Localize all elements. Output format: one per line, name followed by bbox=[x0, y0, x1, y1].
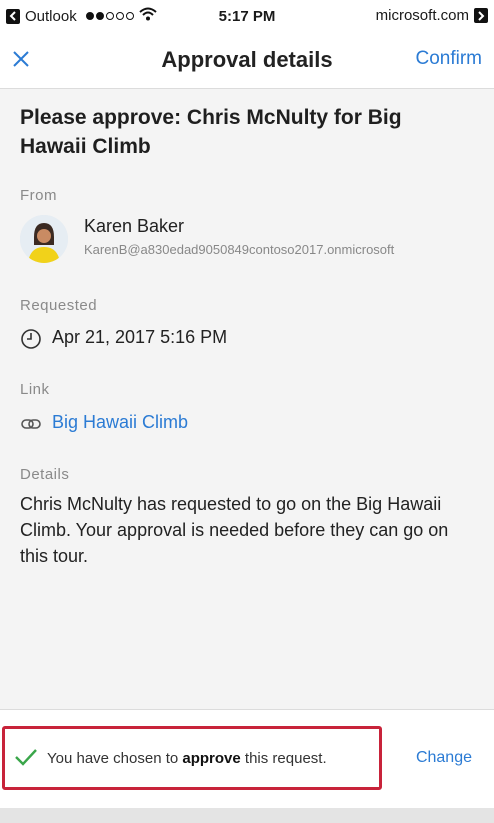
header: Approval details Confirm bbox=[0, 34, 494, 89]
decision-message: You have chosen to approve this request. bbox=[47, 750, 327, 767]
confirm-button[interactable]: Confirm bbox=[415, 48, 482, 70]
change-button[interactable]: Change bbox=[416, 749, 472, 767]
from-email: KarenB@a830edad9050849contoso2017.onmicr… bbox=[84, 242, 395, 257]
details-label: Details bbox=[20, 466, 70, 483]
link-icon bbox=[20, 413, 42, 435]
approval-content: Please approve: Chris McNulty for Big Ha… bbox=[0, 89, 494, 709]
status-right: microsoft.com bbox=[376, 7, 488, 24]
status-bar: Outlook 5:17 PM microsoft.com bbox=[0, 0, 494, 34]
check-icon bbox=[14, 747, 38, 767]
from-label: From bbox=[20, 187, 57, 204]
requested-label: Requested bbox=[20, 297, 98, 314]
decision-message-prefix: You have chosen to bbox=[47, 750, 183, 767]
status-site: microsoft.com bbox=[375, 7, 469, 24]
decision-message-suffix: this request. bbox=[240, 750, 327, 767]
from-name: Karen Baker bbox=[84, 216, 185, 236]
clock-icon bbox=[20, 328, 42, 350]
request-link[interactable]: Big Hawaii Climb bbox=[52, 412, 188, 433]
requested-date: Apr 21, 2017 5:16 PM bbox=[52, 327, 228, 347]
forward-arrow-icon[interactable] bbox=[474, 8, 488, 23]
link-label: Link bbox=[20, 381, 50, 398]
details-text: Chris McNulty has requested to go on the… bbox=[20, 494, 449, 566]
avatar bbox=[20, 215, 68, 263]
decision-message-action: approve bbox=[182, 750, 241, 767]
decision-footer: You have chosen to approve this request.… bbox=[0, 709, 494, 823]
request-subject: Please approve: Chris McNulty for Big Ha… bbox=[20, 106, 402, 158]
bottom-bar bbox=[0, 808, 494, 823]
